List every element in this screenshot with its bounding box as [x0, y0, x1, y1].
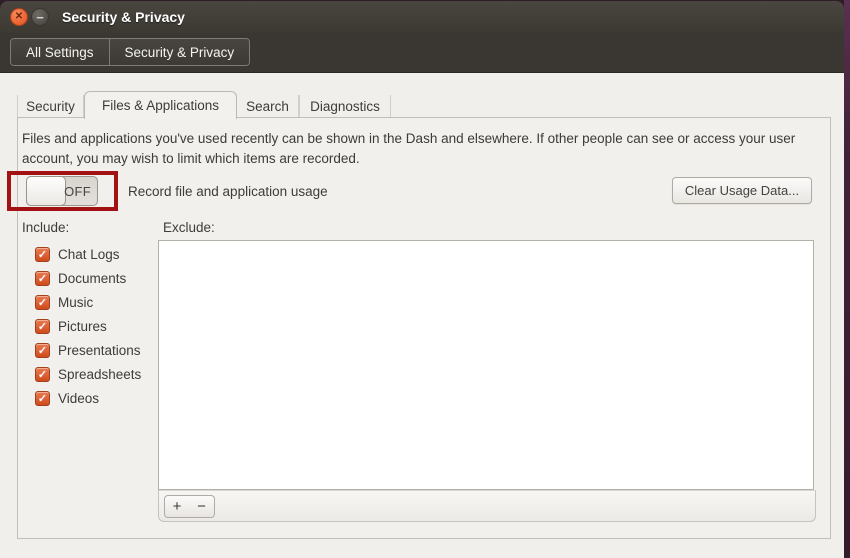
add-exclude-button[interactable]: +: [164, 495, 190, 518]
toggle-state-label: OFF: [64, 183, 91, 199]
tab-files-applications[interactable]: Files & Applications: [84, 91, 237, 119]
exclude-label: Exclude:: [163, 220, 215, 235]
include-item-label: Videos: [58, 390, 100, 406]
include-item-spreadsheets[interactable]: ✓ Spreadsheets: [35, 364, 141, 384]
include-item-pictures[interactable]: ✓ Pictures: [35, 316, 107, 336]
include-item-documents[interactable]: ✓ Documents: [35, 268, 126, 288]
checkbox-checked-icon[interactable]: ✓: [35, 270, 50, 286]
minimize-button[interactable]: −: [31, 8, 49, 26]
clear-usage-data-button[interactable]: Clear Usage Data...: [672, 177, 812, 204]
checkbox-checked-icon[interactable]: ✓: [35, 390, 50, 406]
breadcrumb-all-settings[interactable]: All Settings: [11, 39, 109, 65]
include-item-label: Music: [58, 294, 94, 310]
include-item-label: Presentations: [58, 342, 141, 358]
security-privacy-window: ✕ − Security & Privacy All Settings Secu…: [0, 0, 850, 558]
checkbox-checked-icon[interactable]: ✓: [35, 246, 50, 262]
tab-search[interactable]: Search: [237, 95, 299, 118]
exclude-list-toolbar: + −: [158, 490, 816, 522]
description-text: Files and applications you've used recen…: [22, 131, 796, 167]
minimize-icon: −: [36, 9, 44, 25]
checkbox-checked-icon[interactable]: ✓: [35, 318, 50, 334]
tab-security[interactable]: Security: [17, 95, 84, 118]
remove-exclude-button[interactable]: −: [189, 495, 215, 518]
include-label: Include:: [22, 220, 70, 235]
include-item-videos[interactable]: ✓ Videos: [35, 388, 99, 408]
include-item-label: Spreadsheets: [58, 366, 142, 382]
breadcrumb: All Settings Security & Privacy: [10, 38, 251, 66]
minus-icon: −: [197, 498, 206, 515]
tab-diagnostics[interactable]: Diagnostics: [299, 95, 391, 118]
include-item-chat-logs[interactable]: ✓ Chat Logs: [35, 244, 120, 264]
include-item-label: Pictures: [58, 318, 107, 334]
checkbox-checked-icon[interactable]: ✓: [35, 366, 50, 382]
include-item-label: Chat Logs: [58, 246, 120, 262]
window-title: Security & Privacy: [62, 9, 185, 25]
checkbox-checked-icon[interactable]: ✓: [35, 342, 50, 358]
breadcrumb-bar: All Settings Security & Privacy: [0, 33, 844, 73]
include-item-label: Documents: [58, 270, 127, 286]
checkbox-checked-icon[interactable]: ✓: [35, 294, 50, 310]
titlebar: ✕ − Security & Privacy: [0, 1, 844, 33]
breadcrumb-security-privacy[interactable]: Security & Privacy: [108, 39, 250, 65]
close-button[interactable]: ✕: [10, 8, 28, 26]
include-item-presentations[interactable]: ✓ Presentations: [35, 340, 141, 360]
include-item-music[interactable]: ✓ Music: [35, 292, 93, 312]
plus-icon: +: [172, 498, 182, 515]
close-icon: ✕: [14, 11, 24, 22]
toggle-knob[interactable]: [26, 176, 66, 206]
record-usage-label: Record file and application usage: [128, 183, 328, 199]
record-usage-toggle[interactable]: OFF: [26, 176, 98, 206]
desktop-background-right: [844, 0, 850, 558]
exclude-list[interactable]: [158, 240, 814, 490]
